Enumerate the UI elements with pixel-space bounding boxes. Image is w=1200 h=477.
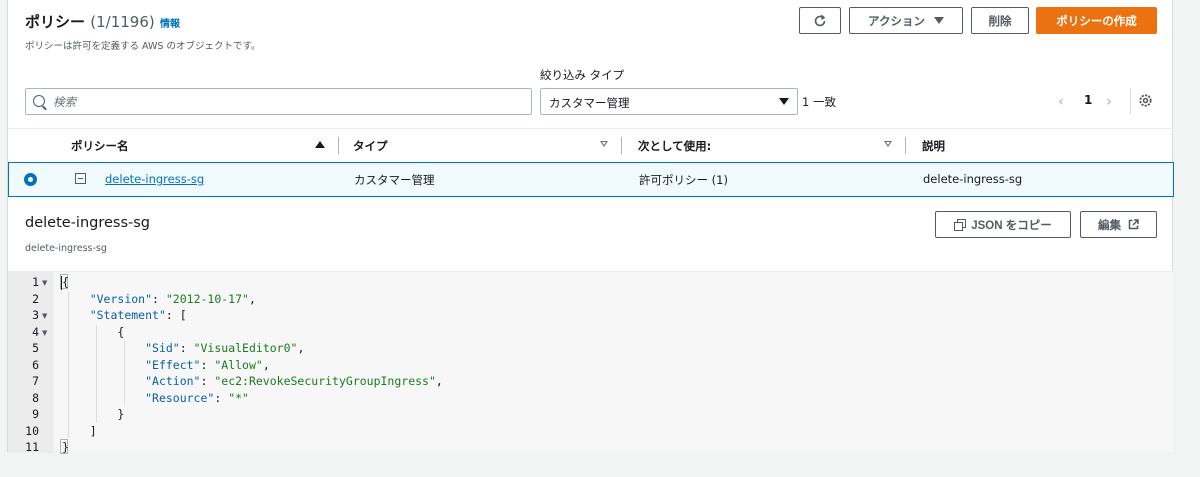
- code-line: }: [62, 407, 125, 421]
- line-number: 7: [32, 374, 39, 388]
- code-line: "Resource": "*": [145, 390, 249, 405]
- line-number: 11: [25, 440, 39, 454]
- current-page-number[interactable]: 1: [1084, 93, 1092, 107]
- actions-button-label: アクション: [868, 15, 925, 28]
- search-input[interactable]: [53, 93, 523, 111]
- delete-button[interactable]: 削除: [971, 7, 1029, 34]
- page-title: ポリシー (1/1196): [25, 11, 155, 32]
- info-link[interactable]: 情報: [160, 15, 180, 30]
- filter-type-label: 絞り込み タイプ: [540, 68, 625, 82]
- json-code-editor[interactable]: 1 2 3 4 5 6 7 8 9 10 11 ▼ ▼ ▼ { "Version…: [8, 271, 1173, 454]
- code-line: {: [62, 275, 69, 289]
- page-subtitle: ポリシーは許可を定義する AWS のオブジェクトです。: [25, 41, 261, 52]
- fold-arrow-icon[interactable]: ▼: [42, 312, 47, 320]
- next-page-button[interactable]: ›: [1106, 92, 1112, 110]
- policy-description-cell: delete-ingress-sg: [923, 172, 1023, 186]
- code-line: }: [62, 440, 69, 454]
- detail-title: delete-ingress-sg: [25, 215, 150, 231]
- line-number: 4: [32, 324, 39, 339]
- filter-type-value: カスタマー管理: [549, 96, 630, 110]
- code-line: ]: [62, 423, 97, 438]
- fold-arrow-icon[interactable]: ▼: [42, 279, 47, 287]
- caret-down-icon: [933, 17, 944, 24]
- line-number: 3: [32, 308, 39, 322]
- code-line: "Action": "ec2:RevokeSecurityGroupIngres…: [145, 374, 443, 388]
- code-line: "Effect": "Allow",: [145, 357, 270, 372]
- previous-page-button[interactable]: ‹: [1058, 92, 1064, 110]
- column-divider[interactable]: [338, 137, 339, 154]
- line-number: 5: [32, 341, 39, 355]
- policy-type-cell: カスタマー管理: [354, 173, 435, 187]
- code-line: "Version": "2012-10-17",: [89, 291, 256, 306]
- policy-name-link[interactable]: delete-ingress-sg: [105, 172, 204, 186]
- match-count: 1 一致: [802, 95, 836, 109]
- caret-down-icon: [779, 98, 789, 105]
- line-number: 8: [32, 390, 39, 405]
- pager-divider: [1130, 88, 1131, 114]
- copy-json-label: JSON をコピー: [971, 219, 1052, 232]
- collapse-icon[interactable]: [75, 173, 86, 184]
- column-header-name[interactable]: ポリシー名: [71, 138, 129, 154]
- text-cursor: [61, 276, 62, 290]
- column-header-type[interactable]: タイプ: [353, 138, 388, 154]
- edit-button[interactable]: 編集: [1080, 211, 1157, 238]
- sort-icon[interactable]: [884, 141, 892, 147]
- sort-icon[interactable]: [600, 141, 608, 147]
- table-row[interactable]: delete-ingress-sg カスタマー管理 許可ポリシー (1) del…: [8, 162, 1174, 197]
- line-number: 6: [32, 357, 39, 372]
- copy-icon: [954, 219, 967, 231]
- policies-panel: ポリシー (1/1196) 情報 ポリシーは許可を定義する AWS のオブジェク…: [7, 0, 1174, 454]
- copy-json-button[interactable]: JSON をコピー: [935, 211, 1071, 238]
- code-line: "Statement": [: [89, 308, 187, 322]
- refresh-button[interactable]: [799, 7, 841, 34]
- sort-ascending-icon[interactable]: [315, 141, 325, 148]
- line-number: 10: [25, 423, 39, 438]
- external-link-icon: [1128, 219, 1139, 230]
- code-line: "Sid": "VisualEditor0",: [145, 341, 305, 355]
- column-header-description[interactable]: 説明: [922, 138, 945, 154]
- page-title-text: ポリシー: [25, 13, 86, 31]
- line-number: 9: [32, 407, 39, 421]
- gear-icon[interactable]: [1137, 92, 1154, 109]
- column-header-used-as[interactable]: 次として使用:: [638, 138, 711, 154]
- edit-label: 編集: [1098, 219, 1121, 232]
- policy-used-as-cell: 許可ポリシー (1): [639, 173, 728, 187]
- line-number-gutter: 1 2 3 4 5 6 7 8 9 10 11 ▼ ▼ ▼: [8, 272, 54, 454]
- refresh-icon: [814, 14, 826, 26]
- row-select-radio[interactable]: [24, 173, 37, 186]
- policy-count: (1/1196): [90, 13, 155, 31]
- line-number: 2: [32, 291, 39, 306]
- actions-button[interactable]: アクション: [849, 7, 963, 34]
- fold-arrow-icon[interactable]: ▼: [42, 329, 47, 337]
- column-divider[interactable]: [621, 137, 622, 154]
- table-header: ポリシー名 タイプ 次として使用: 説明: [8, 128, 1173, 162]
- line-number: 1: [32, 275, 39, 289]
- search-box: [25, 88, 532, 115]
- search-icon: [33, 95, 45, 107]
- create-policy-button[interactable]: ポリシーの作成: [1036, 7, 1157, 34]
- detail-subtitle: delete-ingress-sg: [25, 243, 107, 254]
- code-line: {: [62, 324, 125, 339]
- column-divider[interactable]: [905, 137, 906, 154]
- filter-type-select[interactable]: カスタマー管理: [540, 88, 798, 115]
